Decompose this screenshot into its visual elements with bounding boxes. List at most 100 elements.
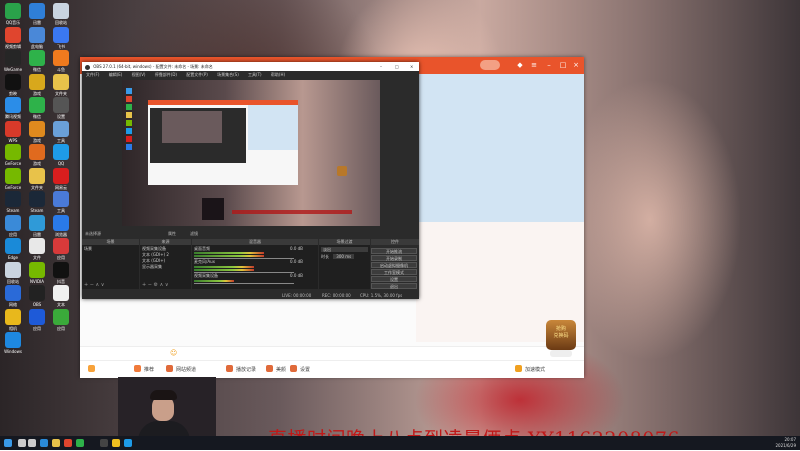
home-icon[interactable] <box>88 365 95 372</box>
desktop-icon[interactable]: 应用 <box>49 238 73 260</box>
desktop-icon[interactable]: OBS <box>25 285 49 307</box>
desktop-icon[interactable]: 回收站 <box>1 261 25 284</box>
desktop-icon[interactable]: QQ音乐 <box>1 3 25 25</box>
obs-maximize-icon[interactable]: □ <box>395 62 399 71</box>
desktop-icon[interactable]: 飞书 <box>49 26 73 49</box>
source-item[interactable]: 文本 (GDI+) <box>142 258 189 263</box>
desktop-icon[interactable]: 迅雷 <box>25 214 49 237</box>
start-streaming-button[interactable]: 开始推流 <box>371 248 417 254</box>
desktop-icon[interactable]: Edge <box>1 238 25 260</box>
menu-tools[interactable]: 工具(T) <box>248 72 262 77</box>
scene-add-icon[interactable]: + − ∧ ∨ <box>84 282 104 288</box>
system-tray-clock[interactable]: 20:07 2021/6/29 <box>775 437 796 449</box>
task-view-icon[interactable] <box>28 439 36 447</box>
source-item[interactable]: 文本 (GDI+) 2 <box>142 252 189 257</box>
bottom-item-history[interactable]: 播放记录 <box>236 366 256 373</box>
virtual-camera-button[interactable]: 启动虚拟摄像机 <box>371 262 417 268</box>
start-recording-button[interactable]: 开始录制 <box>371 255 417 261</box>
desktop-icon[interactable]: 迅雷 <box>25 3 49 25</box>
recommend-icon[interactable] <box>134 365 141 372</box>
user-badge[interactable] <box>480 60 500 70</box>
desktop-icon[interactable]: 文本 <box>49 285 73 307</box>
desktop-icon[interactable]: GeForce <box>1 144 25 166</box>
desktop-icon[interactable]: 视频剪辑 <box>1 26 25 49</box>
edge-icon[interactable] <box>40 439 48 447</box>
source-item[interactable]: 视频采集设备 <box>142 246 189 251</box>
channel-icon[interactable] <box>166 365 173 372</box>
chat-input-bar[interactable]: ☺ <box>80 346 584 361</box>
desktop-icon[interactable]: 应用 <box>1 214 25 237</box>
filters-button[interactable]: 滤镜 <box>190 231 198 237</box>
desktop-icon[interactable]: 斗鱼 <box>49 50 73 72</box>
desktop-icon[interactable]: 抖音 <box>49 261 73 284</box>
desktop-icon[interactable]: 微信 <box>25 50 49 72</box>
menu-profile[interactable]: 配置文件(P) <box>186 72 208 77</box>
desktop-icon[interactable]: NVIDIA <box>25 261 49 284</box>
close-icon[interactable]: × <box>572 61 580 69</box>
menu-scene-collection[interactable]: 场景集合(S) <box>217 72 239 77</box>
duration-input[interactable]: 300 ms <box>333 254 355 259</box>
source-add-icon[interactable]: + − ⚙ ∧ ∨ <box>142 282 169 288</box>
desktop-icon[interactable]: 工具 <box>49 120 73 143</box>
desktop-icon[interactable]: 网络 <box>1 285 25 307</box>
mic-volume-slider[interactable] <box>194 272 294 273</box>
desktop-icon[interactable]: 应用 <box>49 308 73 331</box>
menu-edit[interactable]: 编辑(E) <box>109 72 123 77</box>
studio-mode-button[interactable]: 工作室模式 <box>371 269 417 275</box>
menu-docks[interactable]: 停靠部件(D) <box>155 72 177 77</box>
desktop-icon[interactable]: 剪映 <box>1 73 25 96</box>
desktop-icon[interactable]: Windows <box>1 332 25 354</box>
bottom-item-settings[interactable]: 设置 <box>300 366 310 373</box>
desktop-icon[interactable]: 浏览器 <box>49 214 73 237</box>
desktop-icon[interactable]: WeGame <box>1 50 25 72</box>
obs-minimize-icon[interactable]: – <box>380 62 382 71</box>
transition-select[interactable]: 淡出 <box>321 247 368 252</box>
history-icon[interactable] <box>226 365 233 372</box>
obs-preview[interactable] <box>122 80 380 226</box>
settings-icon[interactable] <box>290 365 297 372</box>
desktop-icon[interactable]: 文件夹 <box>49 73 73 96</box>
capture-volume-slider[interactable] <box>194 283 294 284</box>
skin-icon[interactable]: ◆ <box>516 61 524 69</box>
windows-start-icon[interactable] <box>4 439 12 447</box>
search-icon[interactable] <box>18 439 26 447</box>
menu-help[interactable]: 帮助(H) <box>271 72 285 77</box>
desktop-icon[interactable]: 相机 <box>1 308 25 331</box>
speed-mode-label[interactable]: 加速模式 <box>525 366 545 373</box>
desktop-icon[interactable]: 设置 <box>49 97 73 119</box>
desktop-icon[interactable]: 游戏 <box>25 73 49 96</box>
chrome-icon[interactable] <box>64 439 72 447</box>
send-button[interactable] <box>550 350 572 357</box>
desktop-icon[interactable]: Steam <box>25 191 49 213</box>
emoji-icon[interactable]: ☺ <box>170 349 177 357</box>
settings-button[interactable]: 设置 <box>371 276 417 282</box>
exit-button[interactable]: 退出 <box>371 283 417 289</box>
file-explorer-icon[interactable] <box>52 439 60 447</box>
maximize-icon[interactable]: □ <box>559 61 567 69</box>
minimize-icon[interactable]: – <box>545 61 553 69</box>
desktop-icon[interactable]: 微信 <box>25 97 49 119</box>
scrollbar[interactable] <box>578 74 584 344</box>
yy-icon[interactable] <box>112 439 120 447</box>
desktop-icon[interactable]: WPS <box>1 120 25 143</box>
desktop-icon[interactable]: 此电脑 <box>25 26 49 49</box>
qq-icon[interactable] <box>124 439 132 447</box>
desktop-icon[interactable]: 回收站 <box>49 3 73 25</box>
bottom-item-beauty[interactable]: 美颜 <box>276 366 286 373</box>
desktop-icon[interactable]: 应用 <box>25 308 49 331</box>
desktop-icon[interactable]: 文件夹 <box>25 167 49 190</box>
bottom-item-recommend[interactable]: 推荐 <box>144 366 154 373</box>
desktop-volume-slider[interactable] <box>194 258 294 259</box>
wechat-icon[interactable] <box>76 439 84 447</box>
desktop-icon[interactable]: 游戏 <box>25 144 49 166</box>
desktop-icon[interactable]: 腾讯视频 <box>1 97 25 119</box>
menu-view[interactable]: 视图(V) <box>132 72 146 77</box>
properties-button[interactable]: 属性 <box>168 231 176 237</box>
desktop-icon[interactable]: 文件 <box>25 238 49 260</box>
desktop-icon[interactable]: 游戏 <box>25 120 49 143</box>
gift-promo-badge[interactable]: 抢购 兑换码 <box>546 320 576 350</box>
source-item[interactable]: 显示器采集 <box>142 264 189 269</box>
desktop-icon[interactable]: 网易云 <box>49 167 73 190</box>
desktop-icon[interactable]: 工具 <box>49 191 73 213</box>
obs-icon[interactable] <box>100 439 108 447</box>
